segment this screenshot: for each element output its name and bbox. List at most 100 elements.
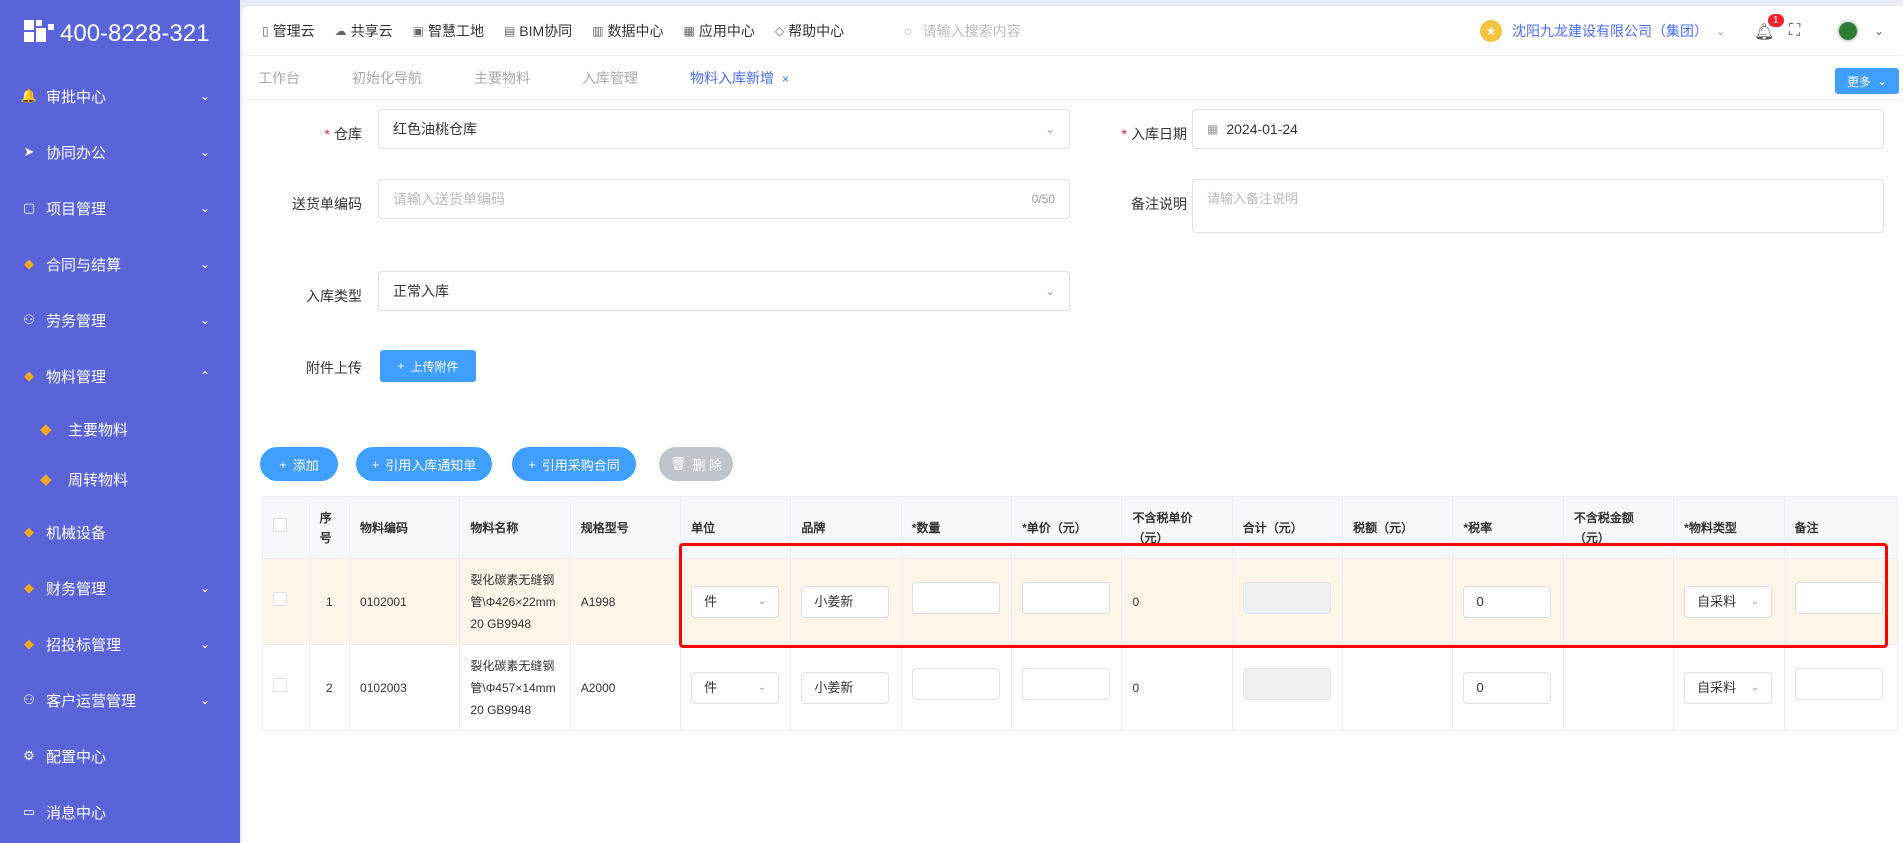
row-checkbox[interactable]	[273, 677, 287, 692]
tab[interactable]: 入库管理	[582, 68, 638, 88]
tab-label: 初始化导航	[352, 69, 422, 86]
apps-icon: ▦	[683, 23, 695, 38]
tab[interactable]: 物料入库新增 ×	[690, 68, 789, 88]
gem-icon: ◆	[24, 580, 34, 595]
date-value: 2024-01-24	[1226, 121, 1298, 137]
top-nav-link[interactable]: ▯ 管理云	[262, 21, 315, 41]
brand-input[interactable]: 小姜新	[801, 671, 890, 704]
sidebar-item[interactable]: ⚇ 劳务管理 ⌄	[0, 292, 240, 348]
qty-input[interactable]	[911, 582, 1000, 614]
column-header: 不含税金额（元）	[1562, 496, 1675, 559]
remark-input[interactable]	[1794, 582, 1883, 614]
delivery-code-input[interactable]: 请输入送货单编码 0/50	[378, 179, 1070, 219]
company-selector[interactable]: ★ 沈阳九龙建设有限公司（集团） ⌄	[1480, 20, 1725, 42]
material-type-value: 自采料	[1697, 593, 1737, 609]
more-tabs-button[interactable]: 更多 ⌄	[1835, 68, 1899, 94]
column-header: 物料名称	[459, 496, 571, 559]
seq-cell: 2	[308, 644, 351, 731]
price-input[interactable]	[1022, 582, 1111, 614]
search-box[interactable]: ○ 请输入搜索内容	[904, 21, 1020, 41]
sidebar-item[interactable]: ➤ 协同办公 ⌄	[0, 124, 240, 180]
remark-input[interactable]	[1794, 668, 1883, 700]
tax-amount-cell	[1342, 558, 1454, 645]
delete-button[interactable]: 🗑︎ 删 除	[659, 447, 733, 481]
close-icon[interactable]: ×	[782, 72, 789, 86]
qty-cell	[900, 558, 1013, 645]
name-cell: 裂化碳素无缝钢管\Φ457×14mm 20 GB9948	[459, 644, 571, 731]
warehouse-select[interactable]: 红色油桃仓库 ⌄	[378, 109, 1070, 149]
date-label: * 入库日期	[1121, 126, 1187, 142]
chevron-down-icon: ⌄	[199, 581, 210, 595]
brand-input[interactable]: 小姜新	[801, 585, 890, 618]
unit-select[interactable]: 件 ⌄	[691, 671, 780, 704]
type-cell: 自采料 ⌄	[1673, 644, 1785, 731]
top-nav-link[interactable]: ▣ 智慧工地	[413, 21, 484, 41]
sidebar-item-label: 项目管理	[46, 200, 107, 218]
delivery-code-placeholder: 请输入送货单编码	[393, 191, 505, 207]
delivery-code-label: 送货单编码	[292, 196, 362, 212]
date-picker[interactable]: ▦ 2024-01-24	[1192, 109, 1884, 149]
tab[interactable]: 初始化导航	[352, 68, 422, 88]
sidebar-item[interactable]: ◆ 招投标管理 ⌄	[0, 616, 240, 672]
unit-select[interactable]: 件 ⌄	[691, 585, 780, 618]
row-checkbox[interactable]	[273, 591, 287, 606]
add-row-button[interactable]: + 添加	[260, 447, 338, 481]
sidebar-item[interactable]: ◆ 主要物料	[0, 404, 240, 454]
qty-input[interactable]	[911, 668, 1000, 700]
chevron-down-icon: ⌄	[757, 681, 767, 693]
gem-icon: ◆	[24, 368, 34, 383]
sidebar-item[interactable]: ◆ 物料管理 ⌃	[0, 348, 240, 404]
warehouse-label: * 仓库	[324, 126, 362, 142]
ref-notice-button[interactable]: + 引用入库通知单	[356, 447, 492, 481]
ref-contract-button[interactable]: + 引用采购合同	[512, 447, 636, 481]
qty-cell	[900, 644, 1013, 731]
inbound-type-select[interactable]: 正常入库 ⌄	[378, 271, 1070, 311]
top-nav-label: 智慧工地	[427, 22, 484, 39]
sidebar-item[interactable]: ◆ 财务管理 ⌄	[0, 560, 240, 616]
chevron-down-icon[interactable]: ⌄	[1874, 24, 1884, 38]
tab[interactable]: 主要物料	[474, 68, 530, 88]
sidebar-item-label: 招投标管理	[46, 636, 122, 654]
company-name: 沈阳九龙建设有限公司（集团）	[1512, 23, 1708, 39]
char-counter: 0/50	[1031, 192, 1055, 206]
select-all-checkbox[interactable]	[273, 517, 287, 532]
remark-textarea[interactable]: 请输入备注说明	[1192, 179, 1884, 233]
sidebar-item-label: 机械设备	[46, 524, 107, 542]
chevron-down-icon: ⌄	[199, 693, 210, 707]
gem-icon: ◆	[40, 471, 52, 488]
row-select-cell	[262, 644, 310, 731]
search-icon: ○	[904, 22, 913, 39]
remark-cell	[1783, 558, 1899, 645]
spec-cell: A2000	[569, 644, 682, 731]
sidebar-item[interactable]: ◆ 机械设备	[0, 504, 240, 560]
tab[interactable]: 工作台	[258, 68, 300, 88]
sidebar-item[interactable]: ▢ 项目管理 ⌄	[0, 180, 240, 236]
top-nav-link[interactable]: ▥ 数据中心	[592, 21, 663, 41]
sidebar-item[interactable]: ◆ 合同与结算 ⌄	[0, 236, 240, 292]
main-area: ▯ 管理云 ☁ 共享云 ▣ 智慧工地 ▤ BIM协同 ▥ 数据中心 ▦ 应用中心 ◇ 帮助中心 ○ 请输入…	[240, 0, 1903, 843]
chevron-down-icon: ⌄	[199, 257, 210, 271]
top-nav-link[interactable]: ▤ BIM协同	[504, 21, 572, 41]
tax-rate-input[interactable]: 0	[1463, 671, 1552, 704]
material-type-select[interactable]: 自采料 ⌄	[1684, 671, 1773, 704]
sidebar-item[interactable]: ⚙ 配置中心	[0, 728, 240, 784]
fullscreen-icon[interactable]: ⛶	[1789, 22, 1800, 40]
tab-label: 入库管理	[582, 69, 638, 86]
table-header-row: 序号 物料编码 物料名称 规格型号 单位 品牌 *数量 *单价（元） 不含税单价（元） 合计（元）…	[262, 496, 1899, 559]
column-header: 规格型号	[569, 496, 682, 559]
sidebar-item[interactable]: ⚇ 客户运营管理 ⌄	[0, 672, 240, 728]
top-nav-link[interactable]: ☁ 共享云	[335, 21, 393, 41]
sidebar-item[interactable]: 🔔 审批中心 ⌄	[0, 68, 240, 124]
user-avatar[interactable]	[1837, 20, 1859, 42]
top-nav-link[interactable]: ▦ 应用中心	[684, 21, 755, 41]
upload-attachment-button[interactable]: + 上传附件	[380, 350, 476, 382]
price-input[interactable]	[1022, 668, 1111, 700]
sidebar-item[interactable]: ▭ 消息中心	[0, 784, 240, 840]
material-type-select[interactable]: 自采料 ⌄	[1684, 585, 1773, 618]
top-nav-label: 管理云	[272, 22, 315, 39]
chevron-down-icon: ⌄	[1044, 122, 1055, 136]
sidebar-item[interactable]: ◆ 周转物料	[0, 454, 240, 504]
top-nav-link[interactable]: ◇ 帮助中心	[775, 21, 844, 41]
total-input	[1242, 582, 1331, 614]
tax-rate-input[interactable]: 0	[1463, 585, 1552, 618]
